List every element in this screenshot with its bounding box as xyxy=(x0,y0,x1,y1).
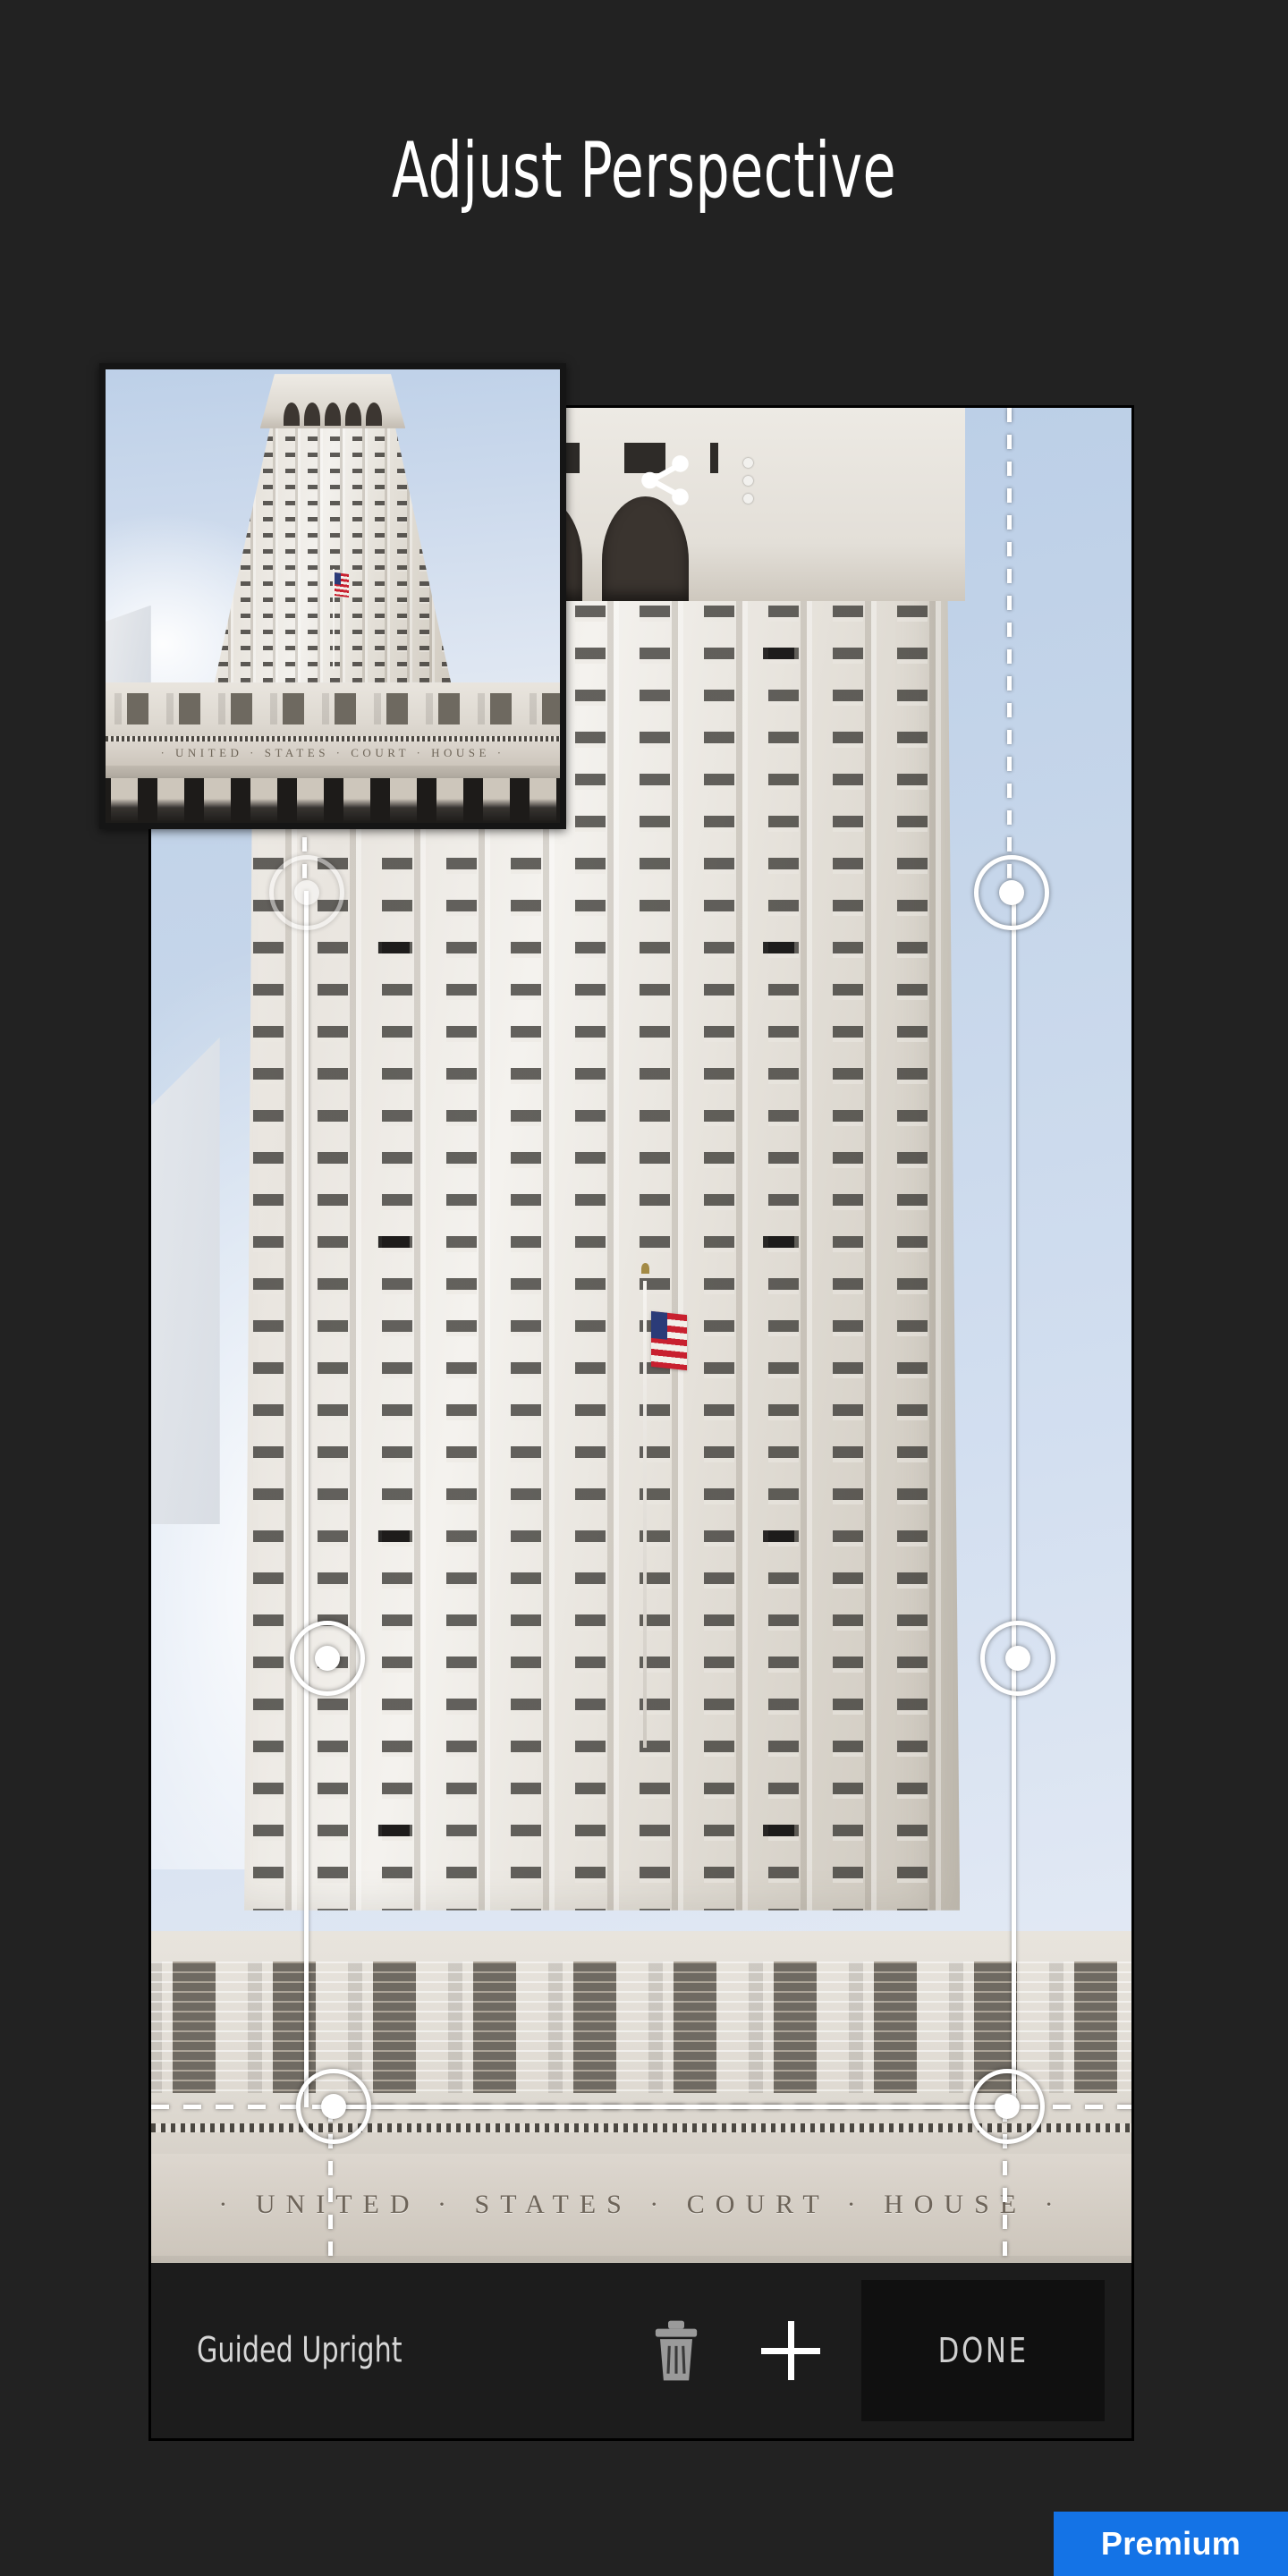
arch xyxy=(283,402,300,427)
app-root: Adjust Perspective · UNITED · STATES · C… xyxy=(0,0,1288,2576)
more-dot xyxy=(742,493,753,504)
original-preview-thumbnail[interactable]: · UNITED · STATES · COURT · HOUSE · xyxy=(99,363,566,829)
more-options-button[interactable] xyxy=(721,447,775,513)
page-title: Adjust Perspective xyxy=(391,126,896,216)
delete-guides-button[interactable] xyxy=(648,2318,705,2383)
arch xyxy=(602,496,690,601)
premium-badge[interactable]: Premium xyxy=(1054,2512,1288,2576)
neighbor-building xyxy=(151,1037,220,1525)
flag-pole xyxy=(643,1281,648,1749)
thumbnail-frieze: · UNITED · STATES · COURT · HOUSE · xyxy=(106,741,560,766)
thumbnail-tower-crown xyxy=(259,374,406,428)
american-flag xyxy=(650,1311,687,1371)
guided-upright-label: Guided Upright xyxy=(197,2330,402,2371)
thumbnail-capitals xyxy=(106,777,560,823)
add-guide-toolbar-button[interactable] xyxy=(761,2321,820,2380)
more-dot xyxy=(742,475,753,486)
thumbnail-capitals-row xyxy=(106,777,560,823)
premium-label: Premium xyxy=(1100,2525,1241,2562)
arch xyxy=(366,402,383,427)
thumbnail-base: · UNITED · STATES · COURT · HOUSE · xyxy=(106,682,560,823)
done-button[interactable]: DONE xyxy=(861,2280,1105,2421)
dentil-band xyxy=(151,2123,1131,2133)
building-inscription: · UNITED · STATES · COURT · HOUSE · xyxy=(218,2189,1064,2219)
arch xyxy=(345,402,362,427)
frieze-band: · UNITED · STATES · COURT · HOUSE · xyxy=(151,2154,1131,2256)
bottom-toolbar: Guided Upright DONE xyxy=(151,2263,1131,2438)
thumbnail-american-flag xyxy=(335,572,350,598)
thumbnail-base-windows xyxy=(106,693,560,724)
arch xyxy=(303,402,320,427)
thumbnail-crown-arches xyxy=(283,402,383,427)
share-button[interactable] xyxy=(636,451,695,510)
thumbnail-dentil xyxy=(106,735,560,741)
more-dot xyxy=(742,457,753,468)
base-window-row xyxy=(151,1961,1131,2094)
thumbnail-inscription: · UNITED · STATES · COURT · HOUSE · xyxy=(160,746,505,760)
done-label: DONE xyxy=(937,2331,1029,2370)
thumbnail-image: · UNITED · STATES · COURT · HOUSE · xyxy=(106,369,560,823)
flag-finial xyxy=(641,1262,649,1274)
arch xyxy=(324,402,342,427)
